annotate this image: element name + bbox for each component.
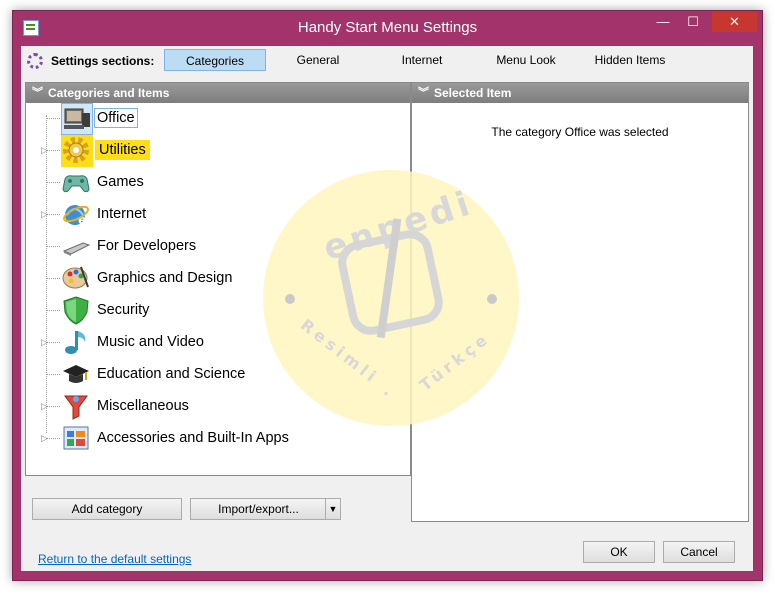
watermark-dot — [487, 294, 497, 304]
shield-icon — [61, 295, 93, 327]
tree-item-accessories-and-built-in-apps[interactable]: ▷ Accessories and Built-In Apps — [26, 423, 406, 455]
watermark-tagline-right: Türkçe — [416, 328, 494, 395]
tree-item-utilities[interactable]: ▷ Utilities — [26, 135, 406, 167]
office-icon — [61, 103, 93, 135]
tree-item-label: Accessories and Built-In Apps — [97, 430, 289, 446]
palette-icon — [61, 263, 93, 295]
tree-connector — [46, 374, 60, 375]
selected-item-panel-title: Selected Item — [434, 86, 512, 100]
developer-tools-icon — [61, 231, 93, 263]
sections-label: Settings sections: — [51, 54, 155, 68]
tree-item-label: Internet — [97, 206, 147, 222]
tree-item-label: Security — [97, 302, 150, 318]
tree-item-label: Graphics and Design — [97, 270, 233, 286]
tree-connector — [46, 118, 60, 119]
tree-connector — [46, 278, 60, 279]
tree-item-label: Music and Video — [97, 334, 204, 350]
tree-connector — [46, 246, 60, 247]
maximize-button[interactable]: ☐ — [680, 12, 706, 32]
watermark-separator: . — [383, 380, 394, 399]
cancel-button[interactable]: Cancel — [663, 541, 735, 563]
tree-connector — [46, 150, 60, 151]
tab-menu-look[interactable]: Menu Look — [485, 49, 567, 71]
import-export-label: Import/export... — [218, 502, 299, 516]
tree-connector — [46, 214, 60, 215]
music-note-icon — [61, 327, 93, 359]
tree-connector — [46, 438, 60, 439]
title-bar[interactable]: Handy Start Menu Settings — ☐ ✕ — [13, 11, 762, 45]
tab-internet[interactable]: Internet — [381, 49, 463, 71]
misc-funnel-icon — [61, 391, 93, 423]
ok-button[interactable]: OK — [583, 541, 655, 563]
watermark-logo-icon — [334, 226, 447, 339]
tree-item-label: Games — [97, 174, 144, 190]
tab-categories[interactable]: Categories — [164, 49, 266, 71]
expand-arrow-icon[interactable]: ▷ — [41, 337, 48, 348]
gamepad-icon — [61, 167, 93, 199]
watermark-dot — [285, 294, 295, 304]
settings-gear-icon — [27, 53, 43, 69]
tree-item-label: Miscellaneous — [97, 398, 189, 414]
graduation-cap-icon — [61, 359, 93, 391]
tree-item-office[interactable]: Office — [26, 103, 406, 135]
tree-item-label: Utilities — [95, 140, 150, 160]
tree-connector — [46, 406, 60, 407]
tab-general[interactable]: General — [277, 49, 359, 71]
sections-label-group: Settings sections: — [27, 50, 154, 72]
collapse-chevron-icon[interactable]: ︾ — [418, 83, 429, 103]
expand-arrow-icon[interactable]: ▷ — [41, 209, 48, 220]
tree-connector — [46, 182, 60, 183]
expand-arrow-icon[interactable]: ▷ — [41, 401, 48, 412]
add-category-button[interactable]: Add category — [32, 498, 182, 520]
categories-panel-title: Categories and Items — [48, 86, 170, 100]
tree-item-label: Education and Science — [97, 366, 246, 382]
return-to-defaults-link[interactable]: Return to the default settings — [38, 552, 191, 566]
import-export-button[interactable]: Import/export... ▼ — [190, 498, 341, 520]
expand-arrow-icon[interactable]: ▷ — [41, 145, 48, 156]
categories-panel-header[interactable]: ︾ Categories and Items — [26, 83, 410, 103]
tree-item-label: Office — [94, 108, 138, 128]
expand-arrow-icon[interactable]: ▷ — [41, 433, 48, 444]
selected-item-message: The category Office was selected — [491, 125, 669, 139]
tree-connector — [46, 342, 60, 343]
selected-item-panel-header[interactable]: ︾ Selected Item — [412, 83, 748, 103]
internet-explorer-icon: e — [61, 199, 93, 231]
enpedi-watermark: enpedi Resimli . Türkçe — [263, 170, 519, 426]
close-button[interactable]: ✕ — [712, 12, 757, 32]
tab-hidden-items[interactable]: Hidden Items — [585, 49, 675, 71]
dropdown-arrow-icon[interactable]: ▼ — [325, 499, 340, 519]
tree-item-label: For Developers — [97, 238, 197, 254]
utilities-gear-icon — [61, 135, 93, 167]
tree-connector — [46, 310, 60, 311]
minimize-button[interactable]: — — [650, 12, 676, 32]
collapse-chevron-icon[interactable]: ︾ — [32, 83, 43, 103]
accessories-icon — [61, 423, 93, 455]
